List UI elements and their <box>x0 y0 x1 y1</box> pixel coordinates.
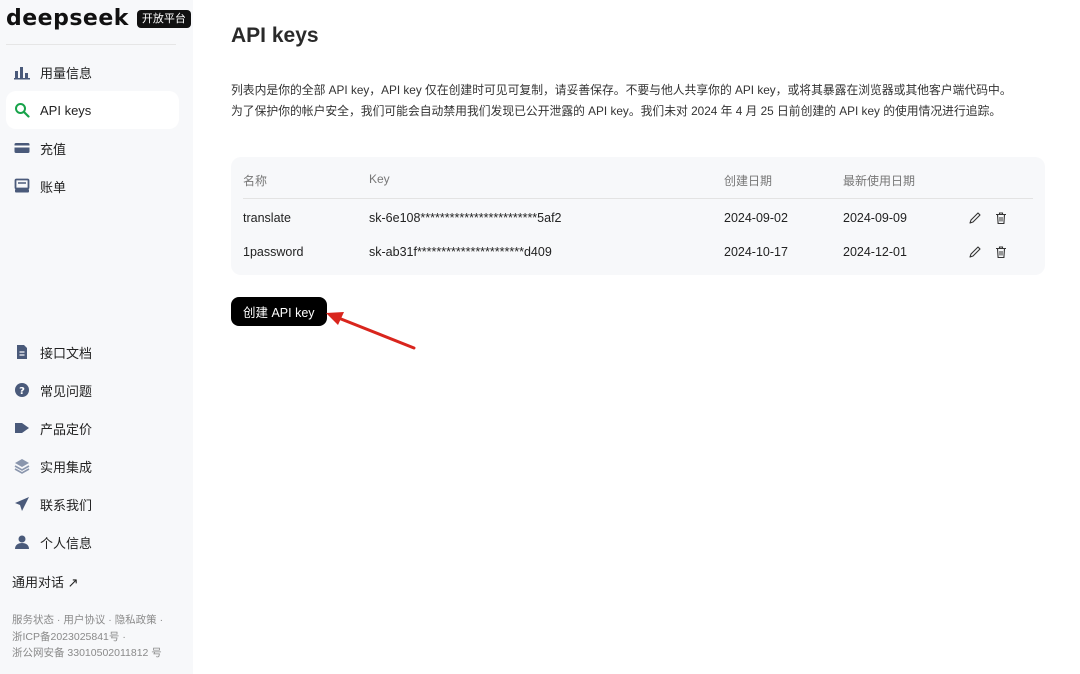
sidebar-item-label: 产品定价 <box>40 421 93 437</box>
page-title: API keys <box>231 24 319 47</box>
column-header-last-used: 最新使用日期 <box>843 174 916 188</box>
sidebar-item-pricing[interactable]: 产品定价 <box>6 409 179 447</box>
sidebar-item-contact[interactable]: 联系我们 <box>6 485 179 523</box>
api-keys-table: 名称 Key 创建日期 最新使用日期 translate sk-6e108***… <box>231 157 1045 275</box>
bar-chart-icon <box>14 64 30 80</box>
sidebar-item-label: 常见问题 <box>40 383 93 399</box>
svg-text:?: ? <box>19 386 25 397</box>
column-header-name: 名称 <box>243 174 268 188</box>
created-date: 2024-10-17 <box>724 245 788 259</box>
column-header-created: 创建日期 <box>724 174 773 188</box>
sidebar-item-label: 联系我们 <box>40 497 93 513</box>
user-icon <box>14 534 30 550</box>
last-used-date: 2024-09-09 <box>843 211 907 225</box>
sidebar-nav-bottom: 接口文档 ? 常见问题 产品定价 实用集成 联系我们 个人信息 <box>6 333 179 561</box>
sidebar-item-recharge[interactable]: 充值 <box>6 129 179 167</box>
key-value: sk-ab31f**********************d409 <box>369 245 552 259</box>
chat-link[interactable]: 通用对话 ↗ <box>12 572 79 591</box>
sidebar-item-label: 个人信息 <box>40 535 93 551</box>
layers-icon <box>14 458 30 474</box>
key-name: 1password <box>243 245 304 259</box>
wallet-icon <box>14 140 30 156</box>
created-date: 2024-09-02 <box>724 211 788 225</box>
platform-badge: 开放平台 <box>136 9 191 28</box>
public-security-record[interactable]: 浙公网安备 33010502011812 号 <box>12 645 187 662</box>
column-header-key: Key <box>369 172 390 186</box>
row-actions <box>967 244 1009 260</box>
page-description: 列表内是你的全部 API key，API key 仅在创建时可见可复制，请妥善保… <box>231 80 1051 122</box>
deepseek-logo[interactable]: deepseek <box>6 6 129 31</box>
sidebar-item-usage[interactable]: 用量信息 <box>6 53 179 91</box>
sidebar-item-label: 账单 <box>40 179 67 195</box>
help-icon: ? <box>14 382 30 398</box>
search-icon <box>14 102 30 118</box>
row-actions <box>967 210 1009 226</box>
sidebar-item-integrations[interactable]: 实用集成 <box>6 447 179 485</box>
sidebar-item-label: 充值 <box>40 141 67 157</box>
brand-divider <box>6 44 176 45</box>
table-row: 1password sk-ab31f**********************… <box>243 235 1033 269</box>
sidebar-item-label: 用量信息 <box>40 65 93 81</box>
user-agreement-link[interactable]: 用户协议 <box>63 614 105 626</box>
sidebar-footer: 服务状态 · 用户协议 · 隐私政策 · 浙ICP备2023025841号 · … <box>12 612 187 662</box>
sidebar-item-profile[interactable]: 个人信息 <box>6 523 179 561</box>
sidebar: deepseek 开放平台 用量信息 API keys 充值 账单 接口文档 ?… <box>0 0 193 674</box>
key-value: sk-6e108************************5af2 <box>369 211 562 225</box>
brand[interactable]: deepseek 开放平台 <box>6 6 191 31</box>
trash-icon[interactable] <box>993 210 1009 226</box>
sidebar-item-label: 实用集成 <box>40 459 93 475</box>
send-icon <box>14 496 30 512</box>
sidebar-nav-top: 用量信息 API keys 充值 账单 <box>6 53 179 205</box>
receipt-icon <box>14 178 30 194</box>
description-line: 为了保护你的帐户安全，我们可能会自动禁用我们发现已公开泄露的 API key。我… <box>231 104 1002 118</box>
edit-icon[interactable] <box>967 210 983 226</box>
sidebar-item-api-keys[interactable]: API keys <box>6 91 179 129</box>
sidebar-item-docs[interactable]: 接口文档 <box>6 333 179 371</box>
sidebar-item-label: 接口文档 <box>40 345 93 361</box>
last-used-date: 2024-12-01 <box>843 245 907 259</box>
icp-license[interactable]: 浙ICP备2023025841号 · <box>12 629 187 646</box>
sidebar-item-faq[interactable]: ? 常见问题 <box>6 371 179 409</box>
service-status-link[interactable]: 服务状态 <box>12 614 54 626</box>
table-row: translate sk-6e108**********************… <box>243 201 1033 235</box>
trash-icon[interactable] <box>993 244 1009 260</box>
document-icon <box>14 344 30 360</box>
description-line: 列表内是你的全部 API key，API key 仅在创建时可见可复制，请妥善保… <box>231 83 1012 97</box>
table-header: 名称 Key 创建日期 最新使用日期 <box>243 157 1033 199</box>
privacy-policy-link[interactable]: 隐私政策 <box>115 614 157 626</box>
create-api-key-button[interactable]: 创建 API key <box>231 297 327 326</box>
tag-icon <box>14 420 30 436</box>
sidebar-item-label: API keys <box>40 102 92 118</box>
key-name: translate <box>243 211 291 225</box>
annotation-arrow-icon <box>326 312 416 350</box>
edit-icon[interactable] <box>967 244 983 260</box>
sidebar-item-billing[interactable]: 账单 <box>6 167 179 205</box>
